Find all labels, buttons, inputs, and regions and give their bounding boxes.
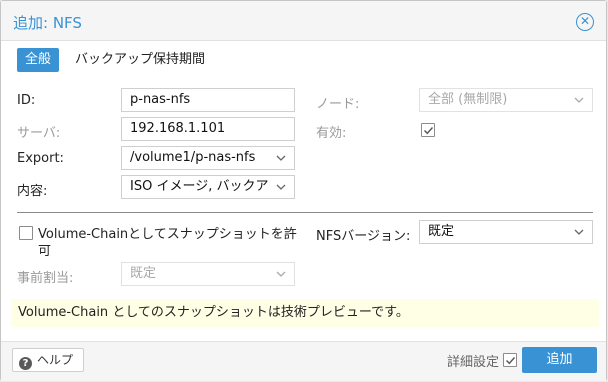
add-button[interactable]: 追加 [522, 347, 597, 373]
advanced-checkbox[interactable] [503, 353, 517, 367]
chevron-down-icon [574, 229, 584, 235]
add-nfs-dialog: 追加: NFS ✕ 全般 バックアップ保持期間 ID: p-nas-nfs サー… [0, 0, 607, 381]
tab-backup-retention[interactable]: バックアップ保持期間 [67, 48, 213, 72]
server-label: サーバ: [17, 126, 61, 141]
id-field[interactable]: p-nas-nfs [121, 88, 295, 112]
chevron-down-icon [574, 97, 584, 103]
dialog-title: 追加: NFS [13, 14, 82, 32]
nfs-version-value: 既定 [428, 224, 455, 239]
dialog-titlebar: 追加: NFS ✕ [1, 1, 606, 41]
checkmark-icon [424, 127, 434, 135]
content-label: 内容: [17, 184, 48, 199]
tech-preview-notice: Volume-Chain としてのスナップショットは技術プレビューです。 [11, 299, 599, 327]
help-label: ヘルプ [37, 353, 74, 367]
chevron-down-icon [276, 271, 286, 277]
prealloc-label: 事前割当: [17, 271, 74, 286]
section-divider [17, 212, 593, 213]
export-select[interactable]: /volume1/p-nas-nfs [121, 146, 295, 170]
notice-text: としてのスナップショットは技術プレビューです。 [108, 305, 409, 320]
checkmark-icon [506, 357, 516, 365]
close-icon[interactable]: ✕ [576, 13, 594, 31]
prealloc-select[interactable]: 既定 [121, 262, 295, 286]
export-value: /volume1/p-nas-nfs [130, 150, 256, 165]
content-select[interactable]: ISO イメージ, バックア [121, 175, 295, 199]
enabled-checkbox[interactable] [421, 123, 435, 137]
help-button[interactable]: ? ヘルプ [12, 348, 85, 372]
content-value: ISO イメージ, バックア [130, 179, 268, 194]
chevron-down-icon [276, 184, 286, 190]
node-label: ノード: [316, 97, 360, 112]
server-field[interactable]: 192.168.1.101 [121, 117, 295, 141]
dialog-footer: ? ヘルプ 詳細設定 追加 [1, 341, 606, 381]
enabled-label: 有効: [316, 126, 347, 141]
notice-bold: Volume-Chain [18, 305, 109, 320]
volume-chain-checkbox[interactable] [19, 226, 33, 240]
advanced-label: 詳細設定 [447, 355, 500, 370]
prealloc-value: 既定 [130, 266, 157, 281]
volume-chain-label-line2: 可 [38, 244, 52, 259]
id-label: ID: [17, 93, 36, 108]
nfs-version-select[interactable]: 既定 [419, 220, 593, 244]
volume-chain-label-line1: Volume-Chainとしてスナップショットを許 [38, 227, 297, 242]
chevron-down-icon [276, 155, 286, 161]
question-icon: ? [19, 357, 32, 370]
nfs-version-label: NFSバージョン: [316, 229, 411, 244]
id-value: p-nas-nfs [130, 92, 191, 107]
export-label: Export: [17, 151, 64, 166]
node-value: 全部 (無制限) [428, 92, 508, 107]
server-value: 192.168.1.101 [130, 121, 226, 136]
node-select[interactable]: 全部 (無制限) [419, 88, 593, 112]
tab-general[interactable]: 全般 [17, 48, 60, 72]
